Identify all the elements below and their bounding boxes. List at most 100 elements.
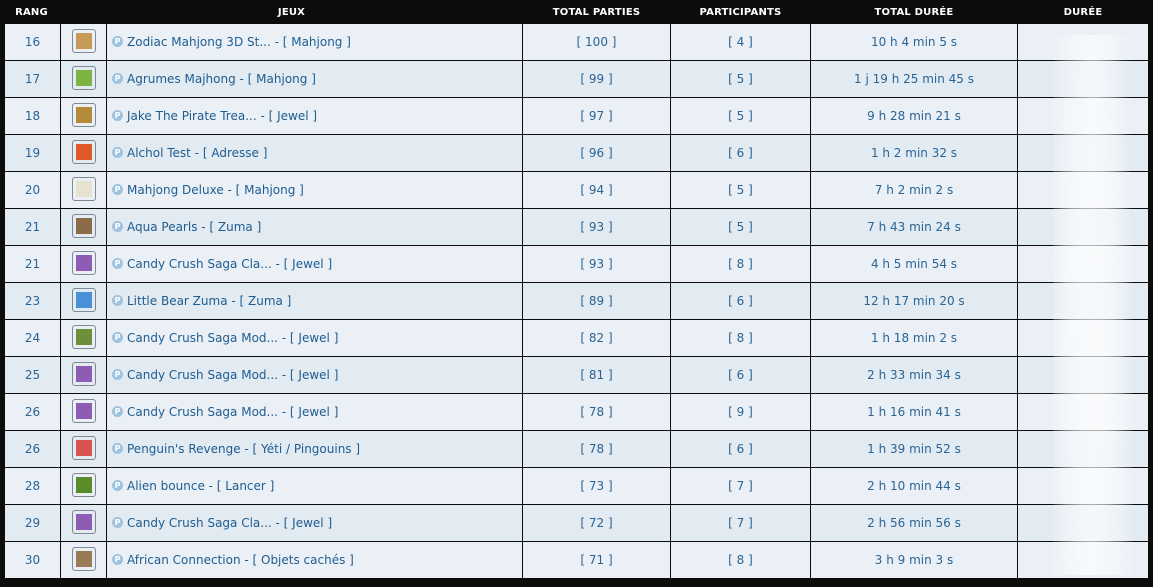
game-thumbnail-cell[interactable] bbox=[61, 283, 106, 319]
total-parties-cell[interactable]: [ 97 ] bbox=[523, 98, 670, 134]
game-thumbnail-cell[interactable] bbox=[61, 394, 106, 430]
game-thumbnail-icon[interactable] bbox=[71, 399, 96, 423]
participants-cell[interactable]: [ 4 ] bbox=[671, 24, 810, 60]
game-thumbnail-icon[interactable] bbox=[71, 103, 96, 127]
game-link[interactable]: Agrumes Majhong - [ Mahjong ] bbox=[127, 72, 316, 86]
game-thumbnail-icon[interactable] bbox=[71, 29, 96, 53]
game-link[interactable]: African Connection - [ Objets cachés ] bbox=[127, 553, 354, 567]
play-icon[interactable]: P bbox=[112, 36, 123, 47]
game-link[interactable]: Alchol Test - [ Adresse ] bbox=[127, 146, 267, 160]
game-cell[interactable]: P Candy Crush Saga Cla... - [ Jewel ] bbox=[107, 505, 522, 541]
game-link[interactable]: Zodiac Mahjong 3D St... - [ Mahjong ] bbox=[127, 35, 351, 49]
game-thumbnail-cell[interactable] bbox=[61, 246, 106, 282]
participants-cell[interactable]: [ 6 ] bbox=[671, 357, 810, 393]
play-icon[interactable]: P bbox=[112, 147, 123, 158]
game-thumbnail-cell[interactable] bbox=[61, 135, 106, 171]
game-thumbnail-cell[interactable] bbox=[61, 172, 106, 208]
game-thumbnail-cell[interactable] bbox=[61, 357, 106, 393]
total-parties-cell[interactable]: [ 81 ] bbox=[523, 357, 670, 393]
total-parties-cell[interactable]: [ 71 ] bbox=[523, 542, 670, 578]
play-icon[interactable]: P bbox=[112, 554, 123, 565]
total-parties-cell[interactable]: [ 94 ] bbox=[523, 172, 670, 208]
game-link[interactable]: Candy Crush Saga Cla... - [ Jewel ] bbox=[127, 516, 332, 530]
participants-cell[interactable]: [ 5 ] bbox=[671, 209, 810, 245]
total-parties-cell[interactable]: [ 93 ] bbox=[523, 209, 670, 245]
play-icon[interactable]: P bbox=[112, 110, 123, 121]
game-cell[interactable]: P Candy Crush Saga Cla... - [ Jewel ] bbox=[107, 246, 522, 282]
play-icon[interactable]: P bbox=[112, 221, 123, 232]
participants-cell[interactable]: [ 5 ] bbox=[671, 98, 810, 134]
game-cell[interactable]: P Candy Crush Saga Mod... - [ Jewel ] bbox=[107, 357, 522, 393]
game-link[interactable]: Alien bounce - [ Lancer ] bbox=[127, 479, 274, 493]
game-thumbnail-icon[interactable] bbox=[71, 473, 96, 497]
total-parties-cell[interactable]: [ 78 ] bbox=[523, 431, 670, 467]
play-icon[interactable]: P bbox=[112, 73, 123, 84]
game-cell[interactable]: P Candy Crush Saga Mod... - [ Jewel ] bbox=[107, 394, 522, 430]
game-link[interactable]: Candy Crush Saga Mod... - [ Jewel ] bbox=[127, 405, 338, 419]
play-icon[interactable]: P bbox=[112, 480, 123, 491]
game-link[interactable]: Aqua Pearls - [ Zuma ] bbox=[127, 220, 261, 234]
participants-cell[interactable]: [ 7 ] bbox=[671, 505, 810, 541]
participants-cell[interactable]: [ 6 ] bbox=[671, 283, 810, 319]
play-icon[interactable]: P bbox=[112, 295, 123, 306]
game-thumbnail-icon[interactable] bbox=[71, 177, 96, 201]
total-parties-cell[interactable]: [ 93 ] bbox=[523, 246, 670, 282]
game-link[interactable]: Little Bear Zuma - [ Zuma ] bbox=[127, 294, 291, 308]
game-link[interactable]: Penguin's Revenge - [ Yéti / Pingouins ] bbox=[127, 442, 360, 456]
total-parties-cell[interactable]: [ 89 ] bbox=[523, 283, 670, 319]
game-thumbnail-icon[interactable] bbox=[71, 436, 96, 460]
game-thumbnail-cell[interactable] bbox=[61, 320, 106, 356]
play-icon[interactable]: P bbox=[112, 406, 123, 417]
game-cell[interactable]: P Alchol Test - [ Adresse ] bbox=[107, 135, 522, 171]
game-thumbnail-icon[interactable] bbox=[71, 547, 96, 571]
game-thumbnail-icon[interactable] bbox=[71, 251, 96, 275]
game-thumbnail-icon[interactable] bbox=[71, 288, 96, 312]
game-thumbnail-cell[interactable] bbox=[61, 542, 106, 578]
game-thumbnail-icon[interactable] bbox=[71, 214, 96, 238]
game-link[interactable]: Jake The Pirate Trea... - [ Jewel ] bbox=[127, 109, 317, 123]
game-link[interactable]: Mahjong Deluxe - [ Mahjong ] bbox=[127, 183, 304, 197]
game-cell[interactable]: P Penguin's Revenge - [ Yéti / Pingouins … bbox=[107, 431, 522, 467]
game-cell[interactable]: P Aqua Pearls - [ Zuma ] bbox=[107, 209, 522, 245]
game-link[interactable]: Candy Crush Saga Mod... - [ Jewel ] bbox=[127, 368, 338, 382]
total-parties-cell[interactable]: [ 78 ] bbox=[523, 394, 670, 430]
game-thumbnail-icon[interactable] bbox=[71, 66, 96, 90]
total-parties-cell[interactable]: [ 96 ] bbox=[523, 135, 670, 171]
play-icon[interactable]: P bbox=[112, 332, 123, 343]
game-thumbnail-cell[interactable] bbox=[61, 431, 106, 467]
participants-cell[interactable]: [ 5 ] bbox=[671, 61, 810, 97]
participants-cell[interactable]: [ 9 ] bbox=[671, 394, 810, 430]
participants-cell[interactable]: [ 6 ] bbox=[671, 135, 810, 171]
game-thumbnail-icon[interactable] bbox=[71, 510, 96, 534]
participants-cell[interactable]: [ 6 ] bbox=[671, 431, 810, 467]
play-icon[interactable]: P bbox=[112, 369, 123, 380]
game-cell[interactable]: P Jake The Pirate Trea... - [ Jewel ] bbox=[107, 98, 522, 134]
game-thumbnail-icon[interactable] bbox=[71, 140, 96, 164]
total-parties-cell[interactable]: [ 99 ] bbox=[523, 61, 670, 97]
play-icon[interactable]: P bbox=[112, 184, 123, 195]
game-cell[interactable]: P Agrumes Majhong - [ Mahjong ] bbox=[107, 61, 522, 97]
play-icon[interactable]: P bbox=[112, 517, 123, 528]
game-cell[interactable]: P Zodiac Mahjong 3D St... - [ Mahjong ] bbox=[107, 24, 522, 60]
total-parties-cell[interactable]: [ 100 ] bbox=[523, 24, 670, 60]
participants-cell[interactable]: [ 7 ] bbox=[671, 468, 810, 504]
participants-cell[interactable]: [ 8 ] bbox=[671, 320, 810, 356]
play-icon[interactable]: P bbox=[112, 258, 123, 269]
game-thumbnail-icon[interactable] bbox=[71, 362, 96, 386]
game-thumbnail-cell[interactable] bbox=[61, 61, 106, 97]
game-cell[interactable]: P Little Bear Zuma - [ Zuma ] bbox=[107, 283, 522, 319]
game-thumbnail-cell[interactable] bbox=[61, 24, 106, 60]
total-parties-cell[interactable]: [ 73 ] bbox=[523, 468, 670, 504]
game-thumbnail-icon[interactable] bbox=[71, 325, 96, 349]
game-cell[interactable]: P Mahjong Deluxe - [ Mahjong ] bbox=[107, 172, 522, 208]
participants-cell[interactable]: [ 8 ] bbox=[671, 542, 810, 578]
game-thumbnail-cell[interactable] bbox=[61, 98, 106, 134]
total-parties-cell[interactable]: [ 82 ] bbox=[523, 320, 670, 356]
game-cell[interactable]: P Candy Crush Saga Mod... - [ Jewel ] bbox=[107, 320, 522, 356]
game-thumbnail-cell[interactable] bbox=[61, 468, 106, 504]
game-cell[interactable]: P Alien bounce - [ Lancer ] bbox=[107, 468, 522, 504]
play-icon[interactable]: P bbox=[112, 443, 123, 454]
total-parties-cell[interactable]: [ 72 ] bbox=[523, 505, 670, 541]
game-thumbnail-cell[interactable] bbox=[61, 505, 106, 541]
game-thumbnail-cell[interactable] bbox=[61, 209, 106, 245]
